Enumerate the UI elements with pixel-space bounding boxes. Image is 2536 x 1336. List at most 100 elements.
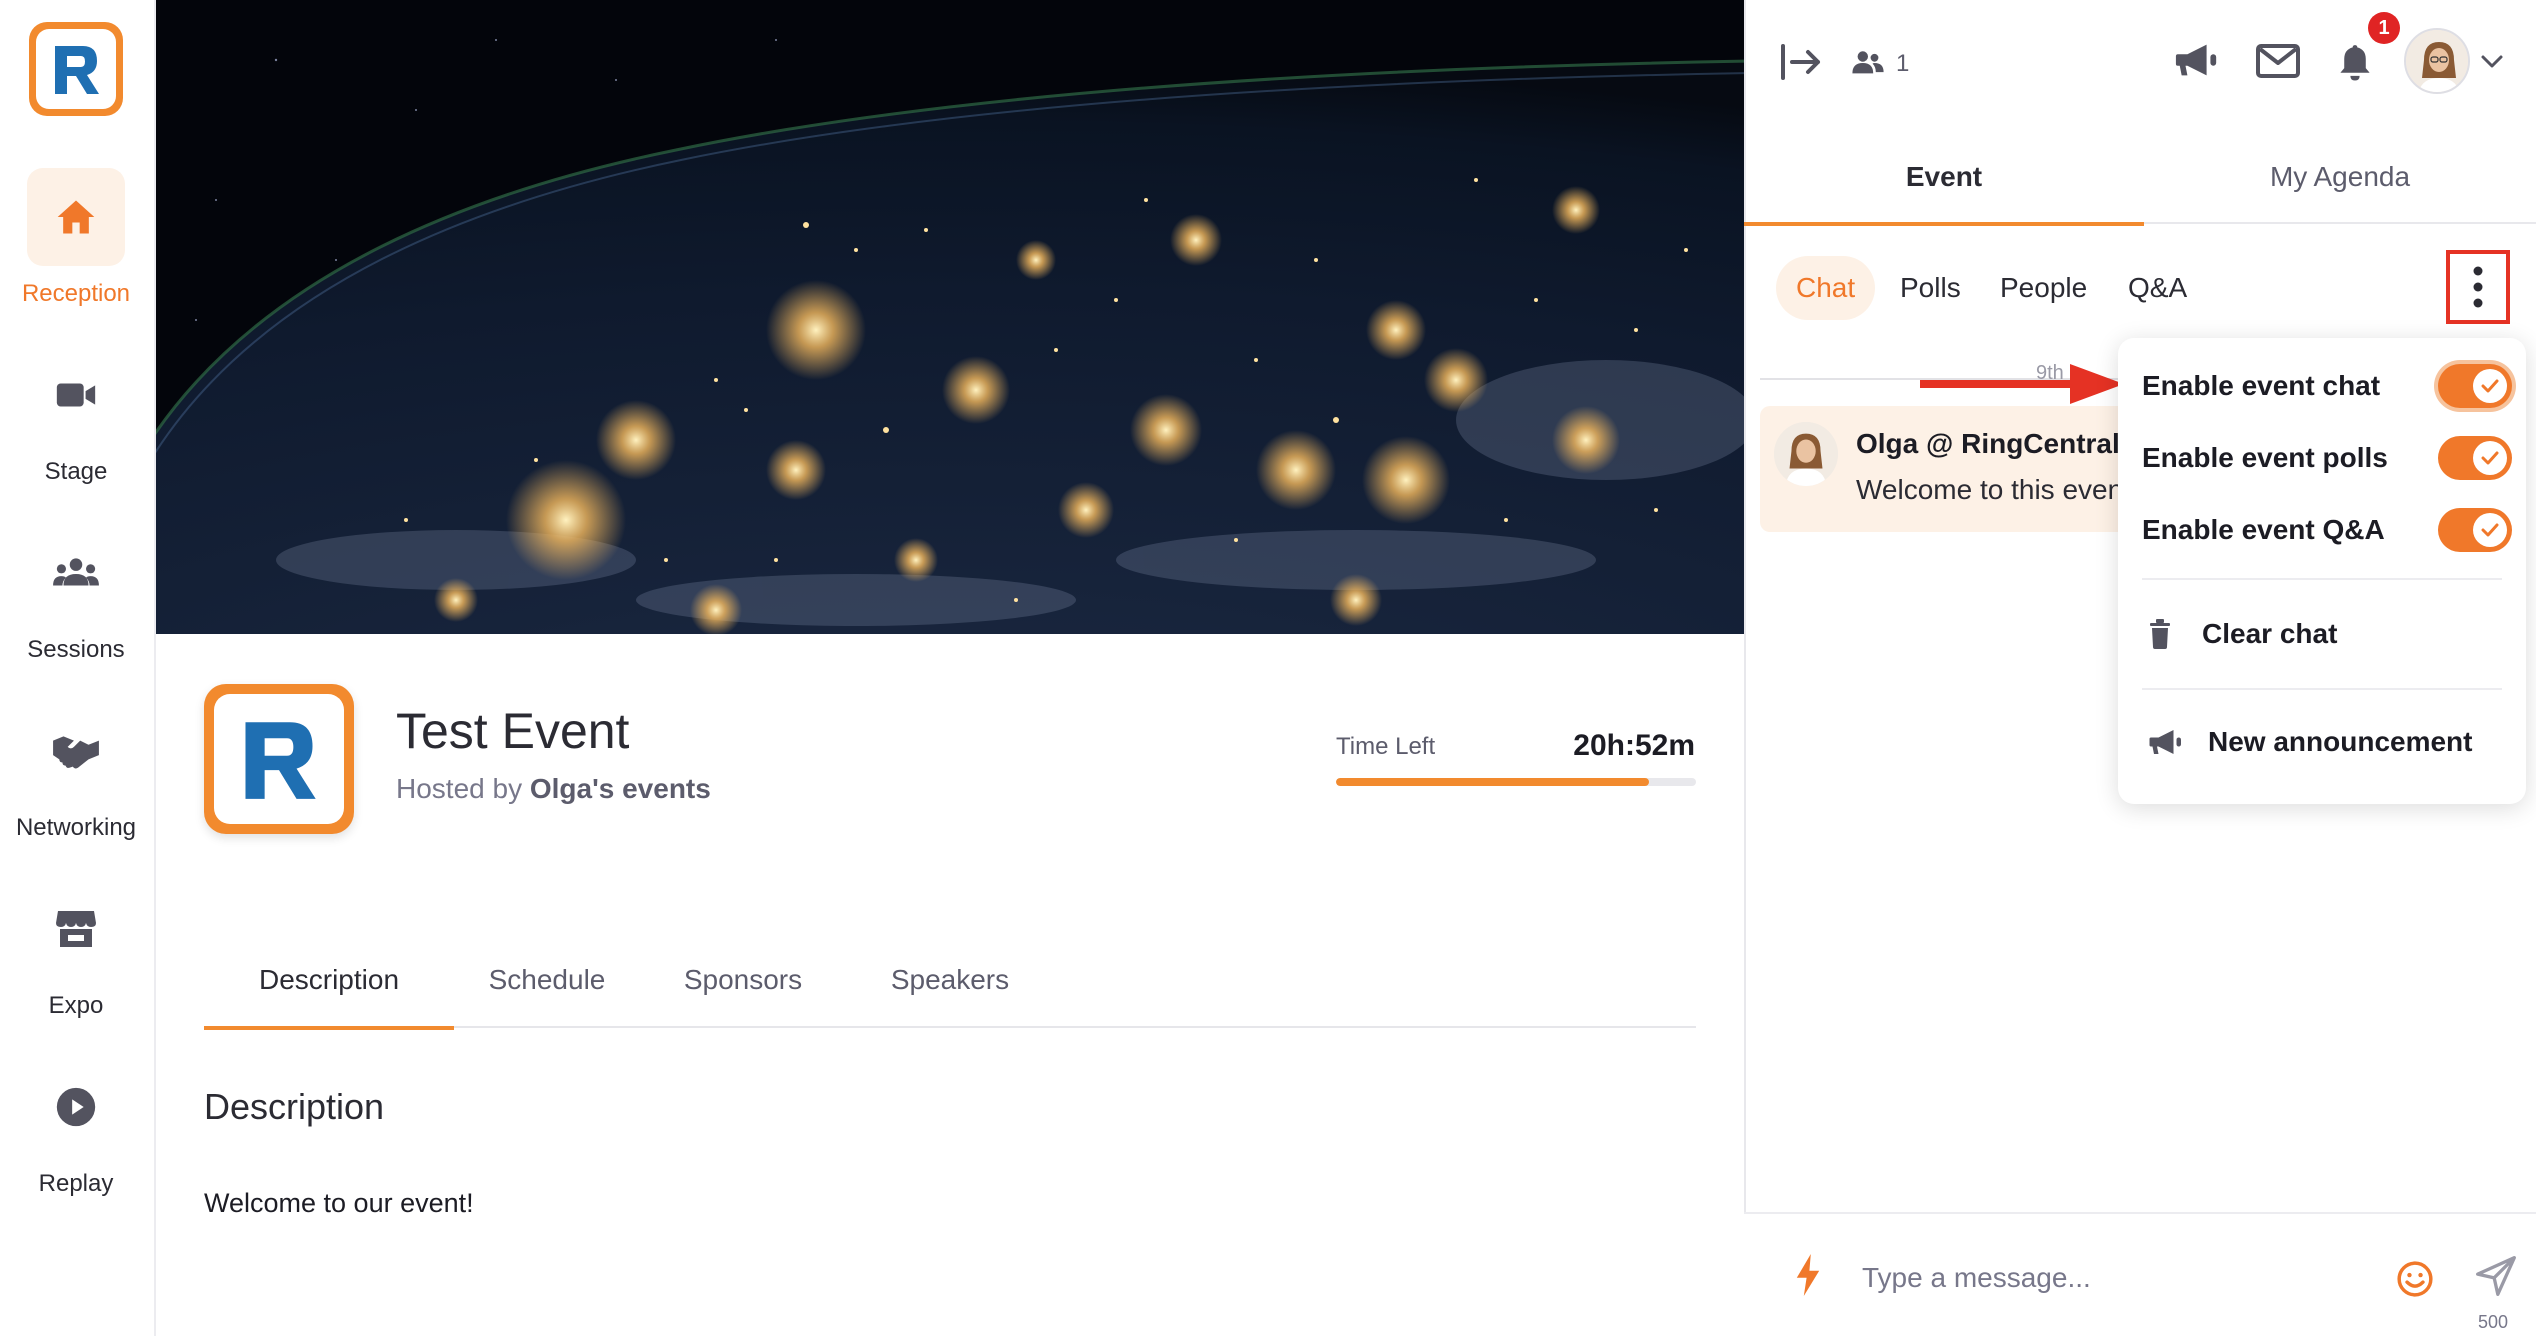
time-left-progress-fill: [1336, 778, 1650, 786]
nav-label-reception: Reception: [21, 280, 131, 307]
home-icon: [27, 168, 125, 266]
panel-tabs: Event My Agenda: [1744, 142, 2536, 226]
clear-chat-label: Clear chat: [2202, 618, 2338, 649]
subtab-polls-label: Polls: [1900, 272, 1961, 303]
tab-my-agenda[interactable]: My Agenda: [2144, 142, 2536, 224]
clear-chat-button[interactable]: Clear chat: [2148, 604, 2508, 664]
subtab-people[interactable]: People: [1980, 256, 2107, 320]
nav-item-expo[interactable]: Expo: [0, 880, 152, 1050]
nav-label-stage: Stage: [44, 458, 108, 485]
subtab-qa[interactable]: Q&A: [2108, 256, 2207, 320]
tab-schedule-label: Schedule: [488, 964, 606, 995]
nav-item-sessions[interactable]: Sessions: [0, 524, 152, 694]
toggle-row-event-qa[interactable]: Enable event Q&A: [2142, 500, 2512, 560]
play-circle-icon: [27, 1058, 125, 1156]
chat-options-menu-button[interactable]: [2446, 250, 2510, 324]
emoji-icon[interactable]: [2396, 1260, 2434, 1303]
people-group-icon: [27, 524, 125, 622]
r-logo-icon: [245, 722, 316, 799]
host-name-link[interactable]: Olga's events: [530, 773, 711, 804]
event-polls-toggle[interactable]: [2438, 436, 2512, 480]
toggle-row-event-polls[interactable]: Enable event polls: [2142, 428, 2512, 488]
nav-item-replay[interactable]: Replay: [0, 1058, 152, 1228]
tab-speakers[interactable]: Speakers: [846, 950, 1054, 1028]
description-body: Welcome to our event!: [204, 1188, 474, 1218]
attendee-count: 1: [1896, 50, 1910, 77]
author-photo-icon: [1774, 422, 1838, 486]
checkmark-icon: [2473, 513, 2507, 547]
event-banner-image: [156, 0, 1744, 634]
nav-item-reception[interactable]: Reception: [0, 168, 152, 338]
nav-label-expo: Expo: [48, 992, 104, 1019]
r-logo-icon: [55, 46, 99, 94]
chevron-down-icon[interactable]: [2480, 54, 2504, 75]
tab-my-agenda-label: My Agenda: [2269, 161, 2411, 192]
new-announcement-button[interactable]: New announcement: [2148, 712, 2508, 772]
handshake-icon: [27, 702, 125, 800]
hosted-by-prefix: Hosted by: [396, 773, 530, 804]
character-limit: 500: [2478, 1312, 2509, 1332]
attendees-icon[interactable]: [1852, 50, 1884, 81]
notification-count-badge: 1: [2368, 12, 2400, 44]
toggle-label-event-polls: Enable event polls: [2142, 442, 2388, 473]
app-logo[interactable]: [29, 22, 123, 116]
message-author-name: Olga @ RingCentral: [1856, 428, 2120, 459]
user-avatar[interactable]: [2404, 28, 2470, 94]
subtab-chat[interactable]: Chat: [1776, 256, 1876, 320]
lightning-icon[interactable]: [1794, 1254, 1822, 1301]
notifications-bell-icon[interactable]: [2336, 42, 2374, 87]
send-icon[interactable]: [2474, 1254, 2518, 1303]
nav-item-stage[interactable]: Stage: [0, 346, 152, 516]
tab-sponsors[interactable]: Sponsors: [640, 950, 846, 1028]
tab-event-label: Event: [1905, 161, 1983, 192]
event-chat-toggle[interactable]: [2438, 364, 2512, 408]
tab-description-label: Description: [258, 964, 400, 995]
time-left-label: Time Left: [1336, 733, 1436, 760]
event-title: Test Event: [396, 703, 630, 759]
message-input[interactable]: [1862, 1248, 2382, 1308]
time-left-value: 20h:52m: [1573, 729, 1695, 762]
earth-night-image: [156, 0, 1744, 634]
annotation-arrow-icon: [1920, 364, 2124, 404]
nav-label-networking: Networking: [15, 814, 137, 841]
toggle-label-event-chat: Enable event chat: [2142, 370, 2381, 401]
camera-icon: [27, 346, 125, 444]
collapse-panel-icon[interactable]: [1780, 44, 1822, 85]
time-left-progress-bar: [1336, 778, 1696, 786]
tab-schedule[interactable]: Schedule: [454, 950, 640, 1028]
event-host: Hosted by Olga's events: [396, 773, 711, 805]
message-text: Welcome to this event: [1856, 474, 2131, 505]
announcement-icon: [2149, 730, 2181, 754]
event-tabs: Description Schedule Sponsors Speakers: [204, 950, 1696, 1030]
checkmark-icon: [2473, 369, 2507, 403]
nav-item-networking[interactable]: Networking: [0, 702, 152, 872]
left-navigation: Reception Stage Sessions Networking Expo…: [0, 0, 156, 1336]
subtab-chat-label: Chat: [1796, 272, 1856, 303]
subtab-people-label: People: [2000, 272, 2088, 303]
tab-sponsors-label: Sponsors: [683, 964, 803, 995]
menu-divider: [2142, 578, 2502, 580]
subtab-polls[interactable]: Polls: [1880, 256, 1981, 320]
subtab-qa-label: Q&A: [2128, 272, 2188, 303]
tab-event[interactable]: Event: [1744, 142, 2144, 226]
tab-speakers-label: Speakers: [890, 964, 1010, 995]
storefront-icon: [27, 880, 125, 978]
checkmark-icon: [2473, 441, 2507, 475]
announcement-icon[interactable]: [2174, 40, 2220, 85]
menu-divider: [2142, 688, 2502, 690]
nav-label-sessions: Sessions: [27, 636, 125, 663]
tab-description[interactable]: Description: [204, 950, 454, 1030]
chat-options-menu: Enable event chat Enable event polls Ena…: [2118, 338, 2526, 804]
event-logo: [204, 684, 354, 834]
nav-label-replay: Replay: [38, 1170, 114, 1197]
chat-message: Olga @ RingCentral Welcome to this event: [1760, 406, 2140, 532]
messages-icon[interactable]: [2256, 44, 2300, 83]
toggle-row-event-chat[interactable]: Enable event chat: [2142, 356, 2512, 416]
description-heading: Description: [204, 1086, 385, 1127]
event-qa-toggle[interactable]: [2438, 508, 2512, 552]
toggle-label-event-qa: Enable event Q&A: [2142, 514, 2385, 545]
kebab-menu-icon: [2473, 266, 2483, 308]
trash-icon: [2150, 619, 2170, 649]
message-author-avatar: [1774, 422, 1838, 486]
new-announcement-label: New announcement: [2208, 726, 2473, 757]
